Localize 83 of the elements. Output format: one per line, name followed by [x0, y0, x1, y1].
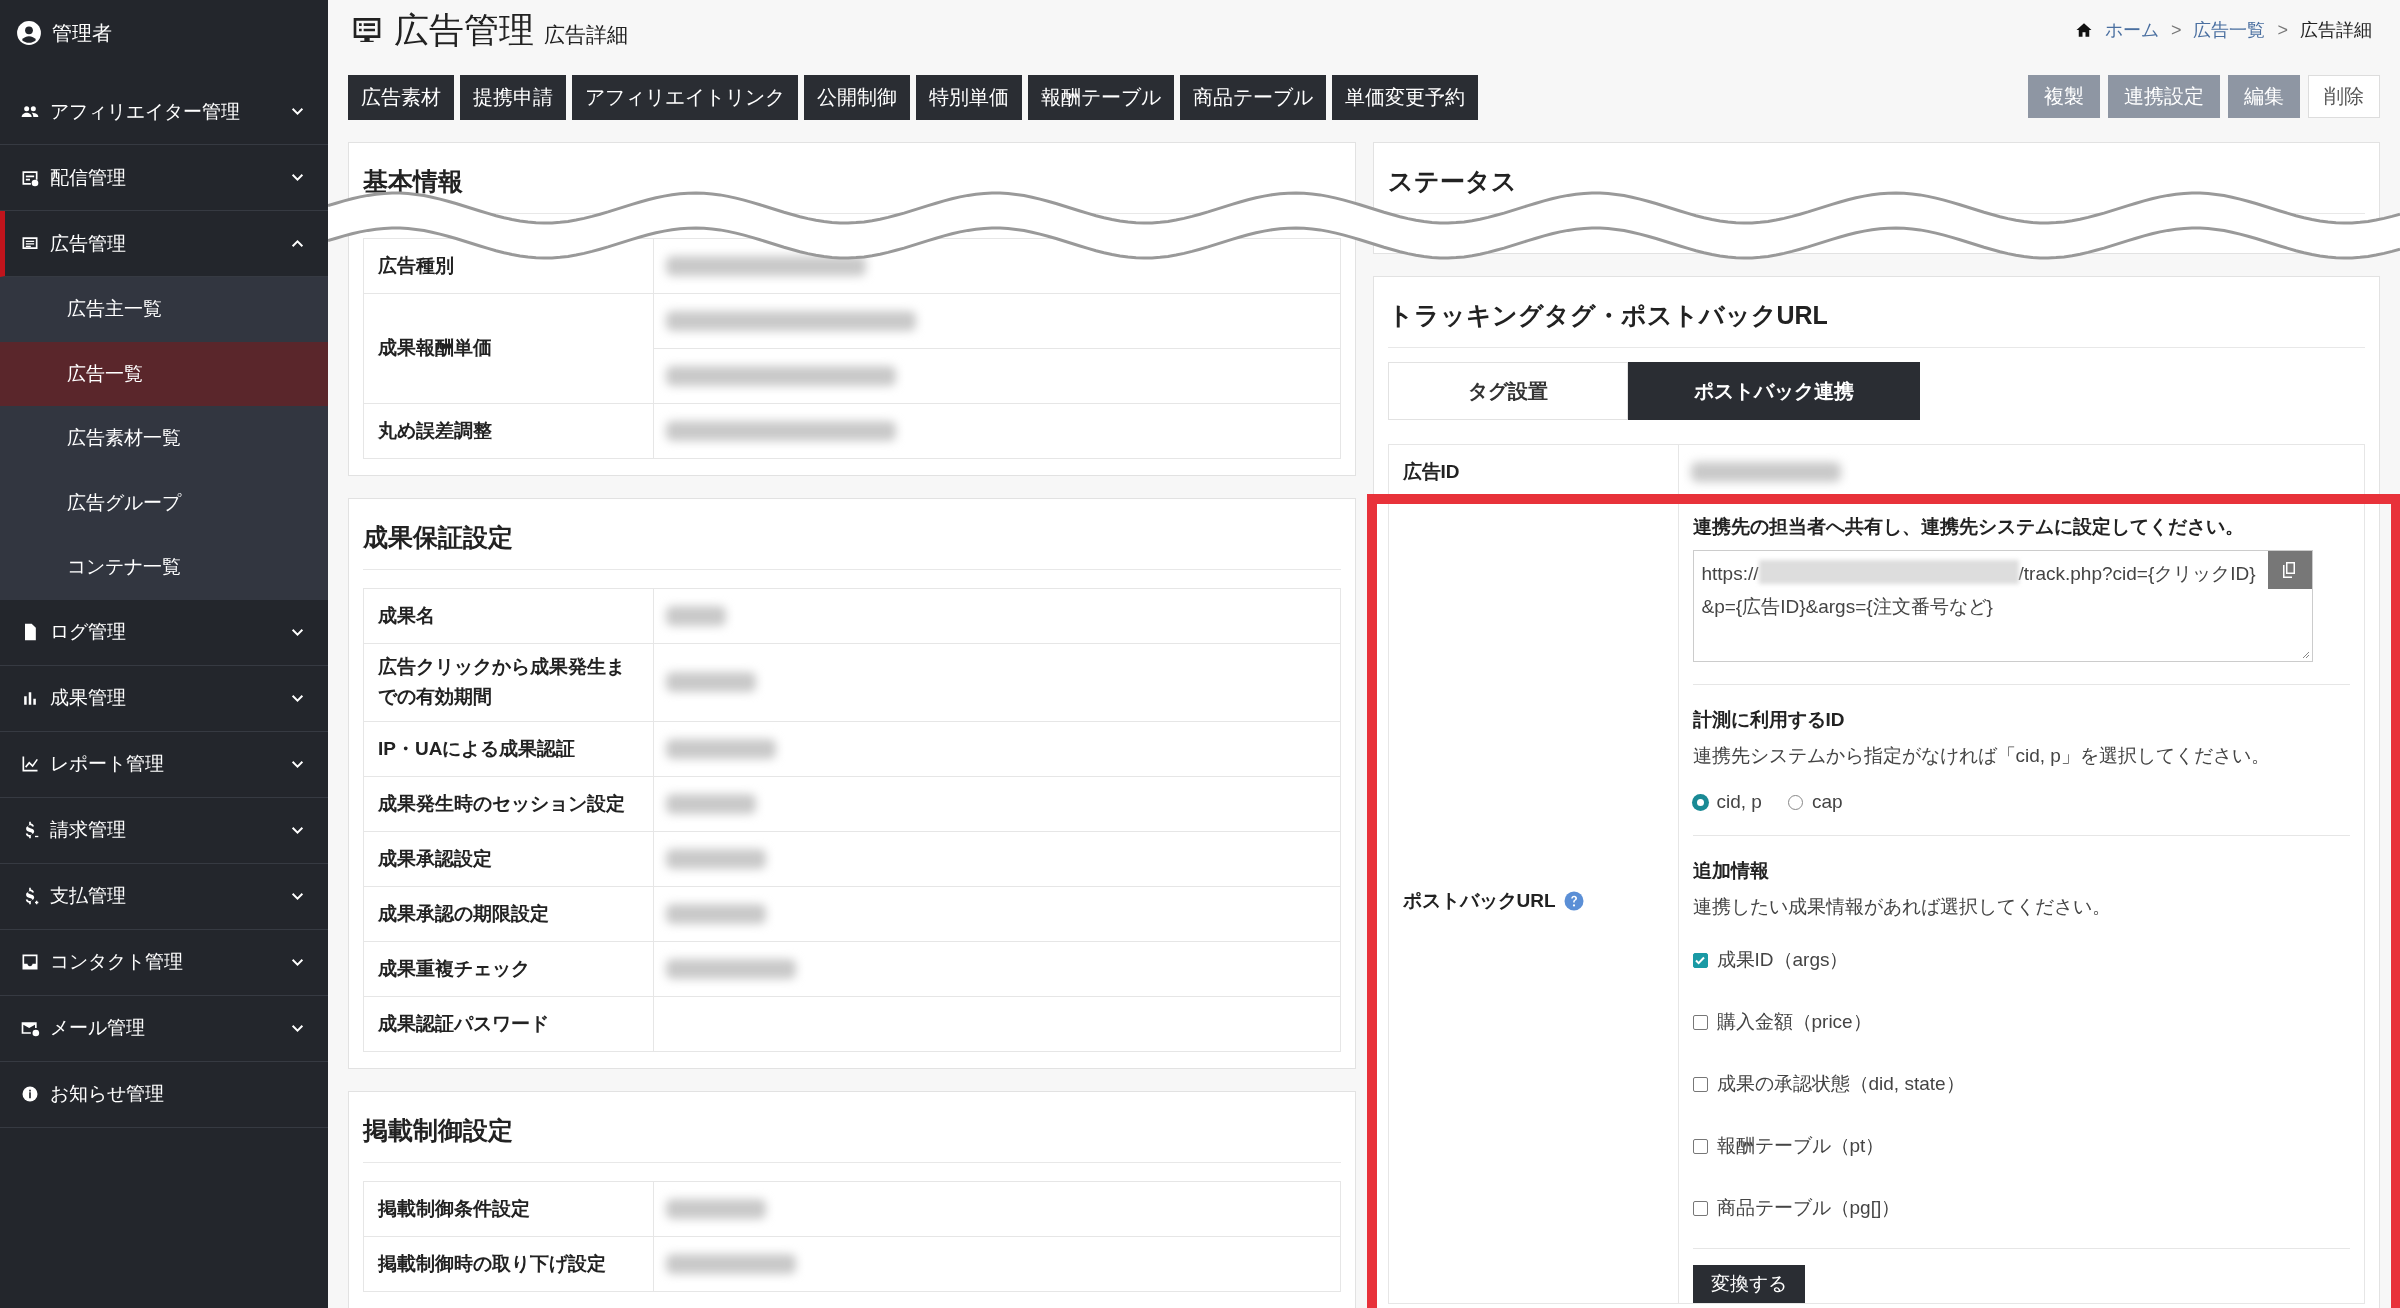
info-icon	[20, 1084, 40, 1104]
radio-option[interactable]: cap	[1787, 791, 1843, 813]
panel-title: トラッキングタグ・ポストバックURL	[1387, 277, 2365, 348]
section-title: 追加情報	[1692, 859, 1770, 883]
sidebar-item[interactable]: コンタクト管理	[0, 929, 328, 996]
sidebar-item[interactable]: 成果管理	[0, 665, 328, 732]
breadcrumb-separator: >	[2170, 19, 2182, 41]
breadcrumb-current: 広告詳細	[2300, 19, 2372, 42]
field-label: 広告クリックから成果発生までの有効期間	[363, 643, 654, 722]
breadcrumb-separator: >	[2277, 19, 2288, 41]
page-subtitle: 広告詳細	[544, 21, 628, 48]
panel-title: 成果保証設定	[363, 499, 1341, 570]
submenu-item[interactable]: コンテナ一覧	[0, 535, 328, 600]
checkbox-option[interactable]: 成果ID（args）	[1692, 942, 2350, 978]
section-tab-button[interactable]: 特別単価	[916, 75, 1022, 120]
page-title: 広告管理	[394, 8, 534, 51]
field-label: 成果認証パスワード	[363, 996, 654, 1052]
sidebar-item[interactable]: 請求管理	[0, 797, 328, 864]
submenu-item[interactable]: 広告主一覧	[0, 277, 328, 342]
sidebar-item[interactable]: 支払管理	[0, 863, 328, 930]
sidebar-item[interactable]: アフィリエイター管理	[0, 79, 328, 145]
chevron-down-icon	[291, 1023, 304, 1033]
field-label: 成果発生時のセッション設定	[363, 776, 654, 832]
field-label: 成果重複チェック	[363, 941, 654, 997]
sidebar-item[interactable]: お知らせ管理	[0, 1061, 328, 1128]
action-button[interactable]: 削除	[2308, 75, 2380, 118]
chevron-down-icon	[291, 759, 304, 769]
field-label: 掲載制御時の取り下げ設定	[363, 1236, 654, 1292]
field-label: 成果承認設定	[363, 831, 654, 887]
home-icon	[2074, 21, 2093, 39]
field-label: 成果名	[363, 588, 654, 644]
field-label: ポストバックURL	[1402, 889, 1556, 914]
tab[interactable]: タグ設置	[1387, 362, 1628, 420]
user-avatar-icon	[16, 20, 42, 46]
submenu-item[interactable]: 広告一覧	[0, 341, 328, 406]
chevron-down-icon	[291, 627, 304, 637]
help-icon[interactable]	[1563, 891, 1584, 912]
breadcrumb-link[interactable]: 広告一覧	[2193, 18, 2266, 42]
checkmark-icon	[1694, 954, 1706, 966]
url-text-area[interactable]: https:// /track.php?cid={クリックID}&p={広告ID}&args={注文番号など}	[1692, 550, 2313, 662]
chevron-down-icon	[291, 173, 304, 182]
field-label: 掲載制御条件設定	[363, 1181, 654, 1237]
section-tab-button[interactable]: 単価変更予約	[1332, 75, 1478, 120]
submenu-item[interactable]: 広告グループ	[0, 470, 328, 535]
submenu-item[interactable]: 広告素材一覧	[0, 406, 328, 471]
section-tab-button[interactable]: 報酬テーブル	[1028, 75, 1174, 120]
field-label: 成果報酬単価	[363, 293, 654, 404]
section-tab-button[interactable]: アフィリエイトリンク	[572, 75, 798, 120]
tab[interactable]: ポストバック連携	[1627, 362, 1920, 420]
sidebar-item[interactable]: メール管理	[0, 995, 328, 1062]
copy-icon	[2281, 561, 2298, 579]
chevron-down-icon	[291, 693, 304, 703]
section-description: 連携したい成果情報があれば選択してください。	[1692, 895, 2112, 919]
section-tab-button[interactable]: 広告素材	[348, 75, 454, 120]
chevron-down-icon	[291, 957, 304, 967]
field-label: IP・UAによる成果認証	[363, 721, 654, 777]
convert-button[interactable]: 変換する	[1692, 1265, 1805, 1303]
checkbox-option[interactable]: 報酬テーブル（pt）	[1692, 1128, 2350, 1164]
section-tab-button[interactable]: 商品テーブル	[1180, 75, 1326, 120]
checkbox-option[interactable]: 商品テーブル（pg[]）	[1692, 1190, 2350, 1226]
instruction-text: 連携先の担当者へ共有し、連携先システムに設定してください。	[1692, 515, 2245, 539]
sidebar-item[interactable]: ログ管理	[0, 599, 328, 666]
user-name: 管理者	[52, 20, 112, 46]
sidebar-item[interactable]: 配信管理	[0, 145, 328, 211]
line-chart-icon	[20, 754, 40, 774]
checkbox-option[interactable]: 成果の承認状態（did, state）	[1692, 1066, 2350, 1102]
field-label: 成果承認の期限設定	[363, 886, 654, 942]
section-tab-button[interactable]: 提携申請	[460, 75, 566, 120]
sidebar-item[interactable]: レポート管理	[0, 731, 328, 798]
inbox-icon	[20, 952, 40, 972]
copy-button[interactable]	[2267, 551, 2312, 589]
field-label: 丸め誤差調整	[363, 403, 654, 459]
chevron-down-icon	[291, 891, 304, 901]
section-tab-button[interactable]: 公開制御	[804, 75, 910, 120]
chevron-up-icon	[291, 239, 304, 248]
section-description: 連携先システムから指定がなければ「cid, p」を選択してください。	[1692, 744, 2271, 768]
section-title: 計測に利用するID	[1692, 708, 1846, 732]
checkbox-option[interactable]: 購入金額（price）	[1692, 1004, 2350, 1040]
breadcrumb-link[interactable]: ホーム	[2104, 18, 2159, 42]
radio-option[interactable]: cid, p	[1692, 791, 1762, 813]
panel-title: 掲載制御設定	[363, 1091, 1341, 1163]
chevron-down-icon	[291, 825, 304, 835]
chevron-down-icon	[291, 107, 304, 116]
